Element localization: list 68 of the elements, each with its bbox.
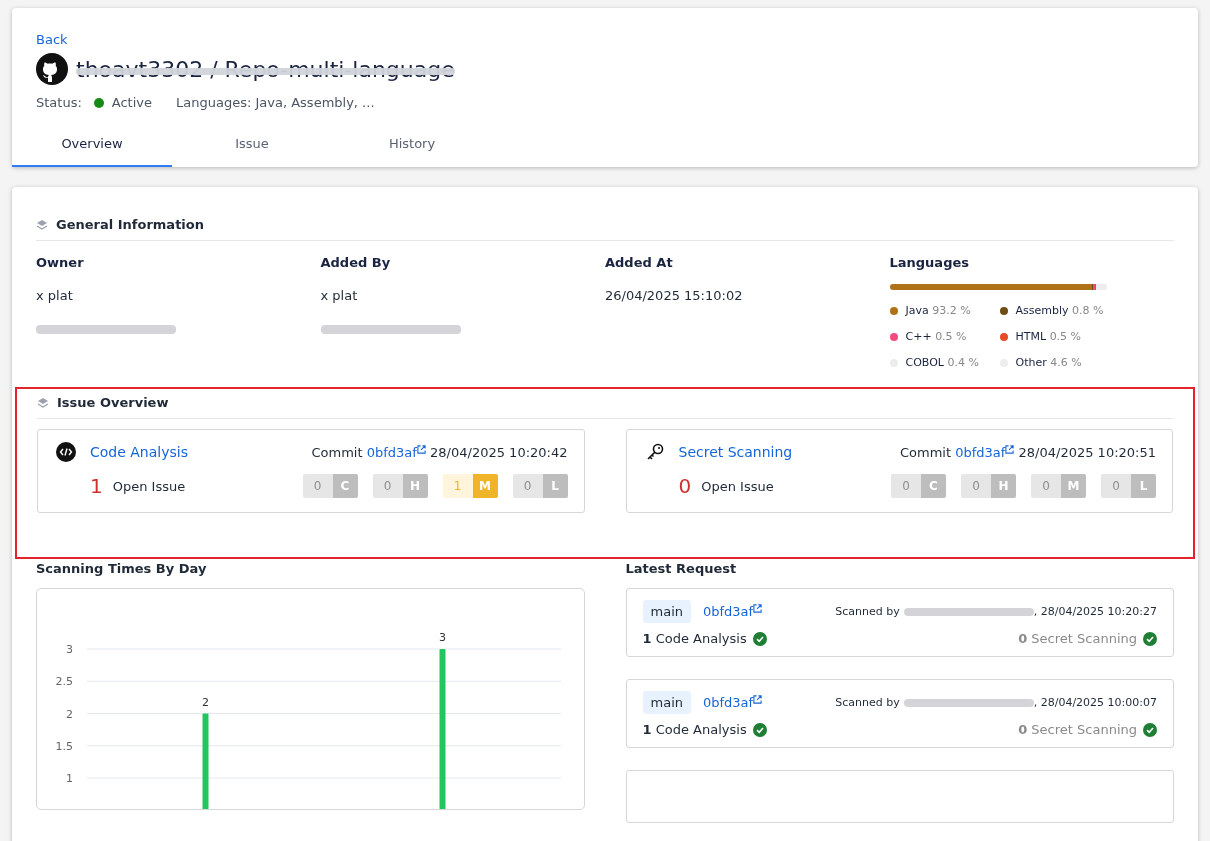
scan-time: , 28/04/2025 10:20:27 xyxy=(1033,605,1157,618)
commit-link[interactable]: 0bfd3af xyxy=(955,444,1006,460)
external-link-icon xyxy=(753,604,763,613)
y-tick-label: 2.5 xyxy=(55,675,73,689)
commit-time: 28/04/2025 10:20:51 xyxy=(1018,444,1156,460)
section-title: Latest Request xyxy=(625,561,738,576)
field-value: 26/04/2025 15:10:02 xyxy=(605,288,744,303)
language-label: Java 93.2 % xyxy=(905,304,971,317)
field-label: Added At xyxy=(605,255,674,270)
check-circle-icon xyxy=(752,631,767,646)
layers-icon xyxy=(36,218,48,231)
field-value: x plat xyxy=(36,288,74,303)
tab[interactable]: Overview xyxy=(12,124,172,167)
check-circle-icon xyxy=(1143,631,1157,646)
scan-result: 0 Secret Scanning xyxy=(1018,631,1137,646)
issue-count: 1 xyxy=(90,474,103,498)
bar-value-label: 2 xyxy=(202,695,209,709)
section-title: Scanning Times By Day xyxy=(36,561,208,576)
scan-result: 1 Code Analysis xyxy=(642,631,747,646)
scan-result: 0 Secret Scanning xyxy=(1018,722,1137,737)
check-circle-icon xyxy=(1143,722,1157,737)
scan-time: , 28/04/2025 10:00:07 xyxy=(1033,696,1157,709)
layers-icon xyxy=(37,396,49,409)
bar-value-label: 3 xyxy=(439,631,446,644)
status-label: Status: xyxy=(36,95,82,110)
issue-count-label: Open Issue xyxy=(701,478,774,494)
external-link-icon xyxy=(1005,444,1015,454)
branch-tag: main xyxy=(642,691,691,714)
language-label: Assembly 0.8 % xyxy=(1015,304,1104,317)
issue-count-label: Open Issue xyxy=(112,478,186,494)
field-label: Added By xyxy=(320,255,392,270)
check-circle-icon xyxy=(752,722,767,737)
y-tick-label: 1 xyxy=(66,772,73,785)
y-tick-label: 1.5 xyxy=(55,739,73,753)
back-link[interactable]: Back xyxy=(36,32,68,47)
octocat-icon xyxy=(36,53,68,85)
section-title: Issue Overview xyxy=(57,395,169,410)
language-label: C++ 0.5 % xyxy=(905,330,967,343)
scanned-by-label: Scanned by xyxy=(835,605,900,618)
status-value: Active xyxy=(111,95,153,110)
languages-summary: Languages: Java, Assembly, ... xyxy=(176,95,375,110)
scan-result: 1 Code Analysis xyxy=(642,722,747,737)
tab[interactable]: Issue xyxy=(172,124,332,167)
external-link-icon xyxy=(753,695,763,704)
field-value: x plat xyxy=(320,288,359,303)
language-label: Other 4.6 % xyxy=(1015,356,1082,369)
language-label: HTML 0.5 % xyxy=(1015,330,1082,343)
scanned-by-label: Scanned by xyxy=(835,696,900,709)
commit-link[interactable]: 0bfd3af xyxy=(366,444,417,460)
repo-title: thoavt3302 / Repo-multi-language xyxy=(76,56,455,82)
y-tick-label: 2 xyxy=(66,707,73,721)
scan-type-link[interactable]: Secret Scanning xyxy=(678,444,793,460)
issue-count: 0 xyxy=(678,474,692,498)
commit-time: 28/04/2025 10:20:42 xyxy=(430,444,568,460)
field-label: Languages xyxy=(889,255,970,270)
code-icon xyxy=(56,442,76,462)
field-label: Owner xyxy=(36,255,85,270)
commit-label: Commit xyxy=(311,444,363,460)
language-label: COBOL 0.4 % xyxy=(905,356,979,369)
section-title: General Information xyxy=(56,217,204,232)
commit-link[interactable]: 0bfd3af xyxy=(703,604,754,619)
external-link-icon xyxy=(416,444,426,454)
tab[interactable]: History xyxy=(332,124,492,167)
y-tick-label: 3 xyxy=(66,643,73,656)
branch-tag: main xyxy=(642,600,691,623)
commit-link[interactable]: 0bfd3af xyxy=(703,695,754,710)
commit-label: Commit xyxy=(900,444,952,460)
scan-type-link[interactable]: Code Analysis xyxy=(90,444,188,460)
